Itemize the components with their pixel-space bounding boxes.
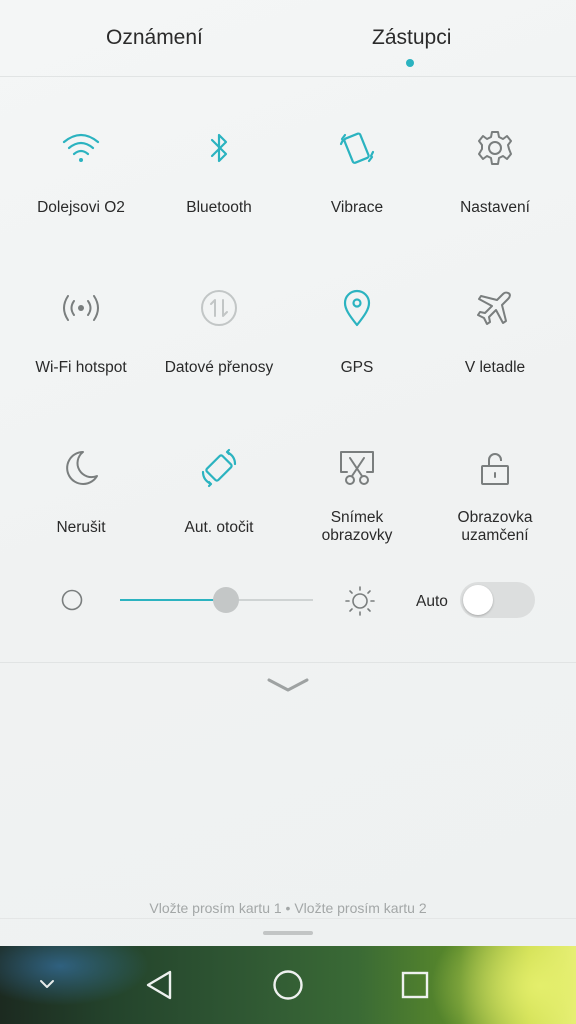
recents-icon [401, 971, 429, 999]
tile-wifi[interactable]: Dolejsovi O2 [12, 126, 150, 226]
brightness-row: Auto [0, 576, 576, 626]
tab-shortcuts[interactable]: Zástupci [372, 26, 451, 50]
chevron-down-icon[interactable] [266, 674, 310, 696]
brightness-slider-thumb[interactable] [213, 587, 239, 613]
tile-vibrate[interactable]: Vibrace [288, 126, 426, 226]
toggle-knob [463, 585, 493, 615]
tile-lock-screen[interactable]: Obrazovka uzamčení [426, 446, 564, 556]
panel-tabs: Oznámení Zástupci [0, 0, 576, 77]
tile-label-line1: Snímek [330, 509, 384, 526]
tile-label-line2: obrazovky [321, 527, 393, 544]
tile-label: Wi-Fi hotspot [35, 359, 127, 376]
screenshot-icon [335, 446, 379, 490]
brightness-low-icon [61, 589, 83, 611]
nav-collapse-button[interactable] [36, 976, 58, 992]
location-pin-icon [335, 286, 379, 330]
wallpaper-glow [430, 946, 576, 1024]
tab-notifications[interactable]: Oznámení [106, 26, 203, 50]
tile-label: Nerušit [56, 519, 106, 536]
tile-bluetooth[interactable]: Bluetooth [150, 126, 288, 226]
brightness-slider-fill [120, 599, 226, 601]
hotspot-icon [59, 286, 103, 330]
wallpaper-glow [0, 946, 150, 1006]
tile-settings[interactable]: Nastavení [426, 126, 564, 226]
tile-label: V letadle [464, 359, 526, 376]
sim-status-text: Vložte prosím kartu 1 • Vložte prosím ka… [149, 900, 427, 916]
nav-back-button[interactable] [144, 968, 176, 1002]
tile-label: GPS [340, 359, 374, 376]
tile-label-line1: Obrazovka [457, 509, 533, 526]
tile-do-not-disturb[interactable]: Nerušit [12, 446, 150, 546]
home-icon [273, 970, 303, 1000]
auto-rotate-icon [197, 446, 241, 490]
tile-label: Vibrace [330, 199, 384, 216]
moon-icon [59, 446, 103, 490]
tile-hotspot[interactable]: Wi-Fi hotspot [12, 286, 150, 386]
drag-handle[interactable] [263, 931, 313, 935]
airplane-icon [473, 286, 517, 330]
tile-data-transfer[interactable]: Datové přenosy [150, 286, 288, 386]
tile-gps[interactable]: GPS [288, 286, 426, 386]
chevron-down-icon [40, 980, 54, 988]
tile-airplane[interactable]: V letadle [426, 286, 564, 386]
vibrate-icon [335, 126, 379, 170]
tile-label-line2: uzamčení [461, 527, 529, 544]
tile-label: Nastavení [460, 199, 530, 216]
gear-icon [473, 126, 517, 170]
tile-auto-rotate[interactable]: Aut. otočit [150, 446, 288, 546]
brightness-high-icon [345, 586, 375, 616]
divider [0, 918, 576, 919]
auto-brightness-toggle[interactable] [460, 582, 535, 618]
notification-panel: Oznámení Zástupci Dolejsovi O2 Bluetooth [0, 0, 576, 946]
back-icon [146, 970, 172, 1000]
nav-recents-button[interactable] [400, 970, 430, 1000]
navigation-bar [0, 946, 576, 1024]
wifi-icon [59, 126, 103, 170]
unlock-icon [473, 446, 517, 490]
tile-label: Dolejsovi O2 [37, 199, 125, 216]
nav-home-button[interactable] [272, 969, 304, 1001]
bluetooth-icon [197, 126, 241, 170]
tile-label: Datové přenosy [164, 359, 274, 376]
tile-screenshot[interactable]: Snímek obrazovky [288, 446, 426, 556]
data-transfer-icon [197, 286, 241, 330]
active-tab-indicator [406, 59, 414, 67]
auto-brightness-label: Auto [416, 593, 448, 610]
divider [0, 662, 576, 663]
tile-label: Bluetooth [186, 199, 252, 216]
tile-label: Aut. otočit [184, 519, 254, 536]
